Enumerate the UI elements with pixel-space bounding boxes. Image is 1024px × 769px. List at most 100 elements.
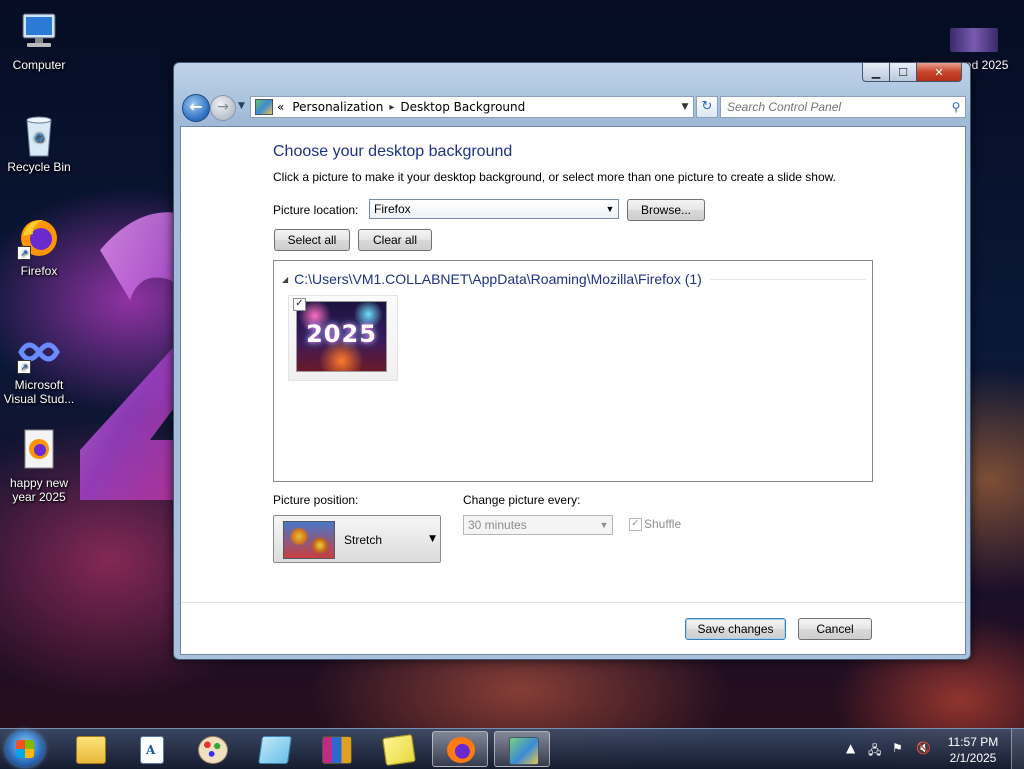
network-icon[interactable]: 🖧 <box>868 741 881 762</box>
gallery-item-checkbox[interactable]: ✓ <box>293 298 306 311</box>
desktop-icon-recycle-bin[interactable]: ♻ Recycle Bin <box>4 112 74 174</box>
change-picture-select[interactable]: 30 minutes ▼ <box>463 515 613 535</box>
forward-button[interactable]: → <box>210 95 236 121</box>
firefox-icon: ↗ <box>17 216 61 260</box>
breadcrumb-desktop-background[interactable]: Desktop Background <box>400 100 525 114</box>
navigation-bar: ← → ▼ « Personalization ▸ Desktop Backgr… <box>182 93 966 122</box>
picture-gallery[interactable]: ◢ C:\Users\VM1.COLLABNET\AppData\Roaming… <box>273 260 873 482</box>
change-picture-value: 30 minutes <box>468 518 527 532</box>
svg-text:A: A <box>145 743 156 757</box>
refresh-icon[interactable]: ↻ <box>696 96 718 118</box>
breadcrumb-separator-icon[interactable]: ▸ <box>389 102 394 113</box>
taskbar-paint[interactable] <box>184 731 240 767</box>
desktop-image-icon[interactable] <box>950 28 998 52</box>
folder-icon <box>76 736 106 764</box>
gallery-group-title: C:\Users\VM1.COLLABNET\AppData\Roaming\M… <box>294 271 702 287</box>
chevron-down-icon: ▼ <box>429 534 436 544</box>
search-input[interactable] <box>721 99 947 115</box>
address-dropdown-icon[interactable]: ▼ <box>676 102 693 112</box>
collapse-triangle-icon[interactable]: ◢ <box>282 275 288 284</box>
desktop-icon-label: Recycle Bin <box>7 160 71 174</box>
picture-position-value: Stretch <box>344 533 383 547</box>
firefox-icon <box>447 737 475 763</box>
save-changes-button[interactable]: Save changes <box>685 618 786 640</box>
back-button[interactable]: ← <box>182 94 210 122</box>
page-description: Click a picture to make it your desktop … <box>273 170 836 184</box>
maximize-button[interactable]: ☐ <box>890 62 917 82</box>
shortcut-arrow-icon: ↗ <box>17 246 31 260</box>
desktop-icon-firefox[interactable]: ↗ Firefox <box>4 216 74 278</box>
close-button[interactable]: ✕ <box>917 62 962 82</box>
picture-location-select[interactable]: Firefox ▼ <box>369 199 619 219</box>
windows-logo-icon <box>16 740 34 758</box>
shortcut-arrow-icon: ↗ <box>17 360 31 374</box>
address-bar[interactable]: « Personalization ▸ Desktop Background ▼ <box>250 96 694 118</box>
breadcrumb-personalization[interactable]: Personalization <box>292 100 383 114</box>
desktop-icon-label: Firefox <box>20 264 58 278</box>
select-all-button[interactable]: Select all <box>274 229 350 251</box>
taskbar-notepad[interactable] <box>246 731 302 767</box>
search-icon[interactable]: ⚲ <box>947 100 965 114</box>
picture-location-label: Picture location: <box>273 203 359 217</box>
notepad-icon <box>258 736 292 764</box>
show-desktop-button[interactable] <box>1011 729 1024 769</box>
desktop-icon-visual-studio[interactable]: ↗ Microsoft Visual Stud... <box>4 330 74 406</box>
clock-date: 2/1/2025 <box>949 751 997 765</box>
chevron-down-icon: ▼ <box>605 204 615 214</box>
sticky-notes-icon <box>382 734 416 766</box>
breadcrumb-chevrons[interactable]: « <box>277 100 284 114</box>
picture-location-value: Firefox <box>374 202 411 216</box>
gallery-item[interactable]: 2025 ✓ <box>288 295 398 381</box>
recycle-bin-icon: ♻ <box>17 112 61 157</box>
clock-time: 11:57 PM <box>947 735 999 749</box>
recent-pages-dropdown[interactable]: ▼ <box>238 101 245 111</box>
show-hidden-icons-icon[interactable]: ▲ <box>846 741 855 755</box>
browse-button[interactable]: Browse... <box>627 199 705 221</box>
page-title: Choose your desktop background <box>273 143 513 160</box>
volume-muted-icon[interactable]: 🔇 <box>916 741 931 755</box>
desktop-icon-computer[interactable]: Computer <box>4 10 74 72</box>
cancel-button[interactable]: Cancel <box>798 618 872 640</box>
shuffle-label: Shuffle <box>644 517 682 531</box>
gallery-group-header[interactable]: ◢ C:\Users\VM1.COLLABNET\AppData\Roaming… <box>282 271 866 287</box>
taskbar-sticky-notes[interactable] <box>370 731 426 767</box>
computer-icon <box>17 10 61 54</box>
picture-position-preview-icon <box>283 521 335 559</box>
taskbar: A ▲ 🖧 ⚑ 🔇 11:57 PM 2/1/2025 <box>0 728 1024 769</box>
control-panel-icon <box>255 99 273 115</box>
minimize-button[interactable]: ▁ <box>862 62 890 82</box>
clock[interactable]: 11:57 PM 2/1/2025 <box>943 734 1003 766</box>
desktop-icon-label: Microsoft Visual Stud... <box>3 378 75 406</box>
firefox-document-icon <box>17 428 61 472</box>
thumbnail-text: 2025 <box>306 320 377 348</box>
picture-position-label: Picture position: <box>273 493 359 507</box>
taskbar-firefox[interactable] <box>432 731 488 767</box>
taskbar-control-panel[interactable] <box>494 731 550 767</box>
shuffle-checkbox[interactable]: ✓ <box>629 518 642 531</box>
clear-all-button[interactable]: Clear all <box>358 229 432 251</box>
chevron-down-icon: ▼ <box>599 520 609 530</box>
footer-divider <box>181 602 965 603</box>
taskbar-wordpad[interactable]: A <box>122 731 178 767</box>
group-divider <box>709 278 866 280</box>
desktop-icon-happy-new-year[interactable]: happy new year 2025 <box>4 428 74 504</box>
visual-studio-icon: ↗ <box>17 330 61 374</box>
picture-position-select[interactable]: Stretch ▼ <box>273 515 441 563</box>
taskbar-winrar[interactable] <box>308 731 364 767</box>
desktop-background-window: ▁ ☐ ✕ ← → ▼ « Personalization ▸ Desktop … <box>173 62 971 660</box>
thumbnail-image: 2025 <box>296 301 387 372</box>
wordpad-icon: A <box>140 736 164 764</box>
desktop-icon-label: Computer <box>12 58 66 72</box>
start-button[interactable] <box>6 731 44 767</box>
content-area: Choose your desktop background Click a p… <box>180 126 966 655</box>
caption-buttons: ▁ ☐ ✕ <box>862 62 962 82</box>
search-box: ⚲ <box>720 96 966 118</box>
svg-text:♻: ♻ <box>34 131 45 145</box>
desktop-icon-label: happy new year 2025 <box>9 476 69 504</box>
control-panel-icon <box>509 737 539 765</box>
action-center-flag-icon[interactable]: ⚑ <box>892 741 903 755</box>
change-picture-label: Change picture every: <box>463 493 581 507</box>
winrar-icon <box>322 736 352 764</box>
taskbar-windows-explorer[interactable] <box>62 731 118 767</box>
desktop-image-label: ed 2025 <box>965 58 1009 72</box>
